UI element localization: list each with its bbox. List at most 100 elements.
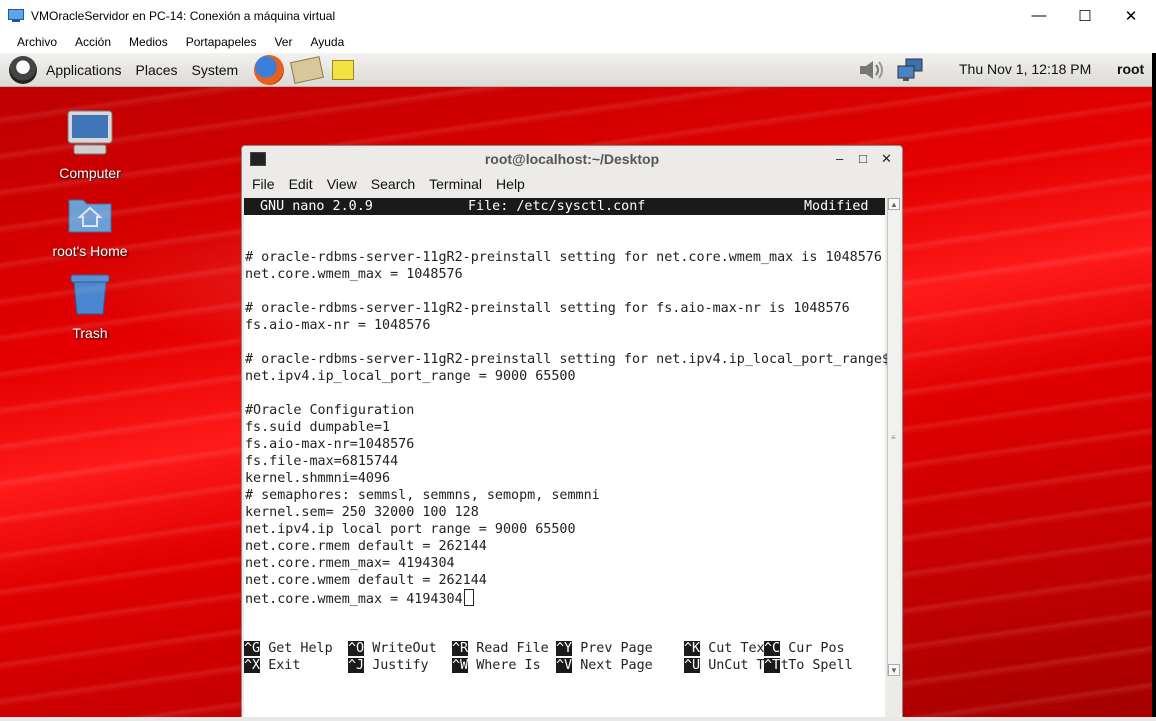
- nano-line-text: net.core.rmem_max= 4194304: [245, 556, 455, 571]
- network-icon[interactable]: [896, 57, 926, 83]
- firefox-launcher-icon[interactable]: [254, 54, 285, 85]
- scroll-down-arrow-icon[interactable]: ▼: [888, 664, 900, 676]
- desktop-icon-home[interactable]: root's Home: [40, 192, 140, 259]
- nano-text-line[interactable]: net.core.wmem_max = 1048576: [245, 266, 463, 283]
- host-menu-portapapeles[interactable]: Portapapeles: [186, 35, 257, 49]
- nano-shortcut-label: Get Help: [268, 641, 333, 656]
- nano-shortcut-key: ^X: [244, 658, 261, 673]
- nano-text-line[interactable]: # oracle-rdbms-server-11gR2-preinstall s…: [245, 351, 890, 368]
- scrollbar-grip-icon[interactable]: ≡: [891, 433, 897, 442]
- host-title-bar: VMOracleServidor en PC-14: Conexión a má…: [0, 0, 1156, 31]
- nano-shortcut[interactable]: ^Y Prev Page: [556, 640, 653, 657]
- nano-shortcut[interactable]: ^T To Spell: [764, 657, 853, 674]
- terminal-menu-bar: File Edit View Search Terminal Help: [242, 172, 902, 196]
- nano-shortcut-key: ^W: [452, 658, 469, 673]
- terminal-maximize-button[interactable]: □: [859, 151, 867, 166]
- nano-shortcut[interactable]: ^V Next Page: [556, 657, 653, 674]
- host-menu-ayuda[interactable]: Ayuda: [310, 35, 344, 49]
- nano-shortcut-key: ^V: [556, 658, 573, 673]
- nano-text-line[interactable]: fs.suid dumpable=1: [245, 419, 390, 436]
- nano-text-line[interactable]: kernel.shmmni=4096: [245, 470, 390, 487]
- nano-text-line[interactable]: # semaphores: semmsl, semmns, semopm, se…: [245, 487, 600, 504]
- nano-text-line[interactable]: net.ipv4.ip local port range = 9000 6550…: [245, 521, 576, 538]
- nano-shortcut-key: ^J: [348, 658, 365, 673]
- terminal-menu-edit[interactable]: Edit: [289, 176, 313, 192]
- terminal-scrollbar[interactable]: ▲ ≡ ▼: [887, 198, 900, 676]
- terminal-menu-view[interactable]: View: [327, 176, 357, 192]
- terminal-title: root@localhost:~/Desktop: [484, 151, 660, 167]
- host-menu-medios[interactable]: Medios: [129, 35, 168, 49]
- nano-text-line[interactable]: net.core.wmem_max = 4194304: [245, 589, 474, 607]
- nano-text-line[interactable]: fs.aio-max-nr = 1048576: [245, 317, 430, 334]
- desktop-icon-trash[interactable]: Trash: [40, 272, 140, 341]
- vm-connection-icon: [8, 8, 24, 23]
- nano-shortcut[interactable]: ^C Cur Pos: [764, 640, 845, 657]
- nano-line-text: fs.aio-max-nr=1048576: [245, 437, 415, 452]
- host-menu-ver[interactable]: Ver: [274, 35, 292, 49]
- nano-text-line[interactable]: net.core.rmem_max= 4194304: [245, 555, 455, 572]
- trash-icon: [70, 274, 110, 315]
- nano-line-text: fs.aio-max-nr = 1048576: [245, 318, 431, 333]
- desktop-icon-label: Trash: [72, 325, 108, 341]
- terminal-menu-help[interactable]: Help: [496, 176, 525, 192]
- nano-shortcut[interactable]: ^K Cut Text: [684, 640, 773, 657]
- host-menu-archivo[interactable]: Archivo: [17, 35, 57, 49]
- nano-shortcut[interactable]: ^X Exit: [244, 657, 300, 674]
- host-menu-bar: Archivo Acción Medios Portapapeles Ver A…: [0, 31, 1156, 53]
- nano-shortcut[interactable]: ^O WriteOut: [348, 640, 437, 657]
- terminal-menu-terminal[interactable]: Terminal: [429, 176, 482, 192]
- terminal-menu-file[interactable]: File: [252, 176, 275, 192]
- panel-user[interactable]: root: [1117, 61, 1144, 77]
- nano-text-line[interactable]: net.core.rmem default = 262144: [245, 538, 487, 555]
- terminal-minimize-button[interactable]: –: [836, 151, 843, 166]
- nano-editor-screen[interactable]: GNU nano 2.0.9 File: /etc/sysctl.conf Mo…: [244, 198, 890, 717]
- host-minimize-button[interactable]: —: [1016, 0, 1062, 31]
- nano-shortcut-label: WriteOut: [372, 641, 437, 656]
- nano-text-line[interactable]: kernel.sem= 250 32000 100 128: [245, 504, 479, 521]
- nano-shortcut[interactable]: ^W Where Is: [452, 657, 541, 674]
- nano-text-line[interactable]: # oracle-rdbms-server-11gR2-preinstall s…: [245, 300, 850, 317]
- panel-clock[interactable]: Thu Nov 1, 12:18 PM: [959, 61, 1091, 77]
- terminal-menu-search[interactable]: Search: [371, 176, 415, 192]
- host-menu-accion[interactable]: Acción: [75, 35, 111, 49]
- nano-shortcut[interactable]: ^J Justify: [348, 657, 429, 674]
- nano-line-text: net.core.rmem default = 262144: [245, 539, 487, 554]
- terminal-title-bar[interactable]: root@localhost:~/Desktop – □ ✕: [242, 146, 902, 172]
- nano-shortcut-label: Justify: [372, 658, 429, 673]
- host-close-button[interactable]: ✕: [1108, 0, 1154, 31]
- panel-menu-system[interactable]: System: [192, 62, 239, 78]
- nano-line-text: # oracle-rdbms-server-11gR2-preinstall s…: [245, 352, 890, 367]
- nano-line-text: net.core.wmem default = 262144: [245, 573, 487, 588]
- nano-header-bar: GNU nano 2.0.9 File: /etc/sysctl.conf Mo…: [244, 198, 885, 215]
- nano-shortcut[interactable]: ^R Read File: [452, 640, 549, 657]
- nano-text-line[interactable]: net.ipv4.ip_local_port_range = 9000 6550…: [245, 368, 576, 385]
- computer-icon: [67, 110, 113, 155]
- host-status-strip: [0, 717, 1156, 721]
- terminal-close-button[interactable]: ✕: [881, 151, 892, 167]
- oracle-linux-logo-icon[interactable]: [9, 55, 37, 84]
- desktop-icon-label: root's Home: [52, 243, 128, 259]
- volume-icon[interactable]: [856, 58, 886, 82]
- nano-text-line[interactable]: net.core.wmem default = 262144: [245, 572, 487, 589]
- panel-menu-applications[interactable]: Applications: [46, 62, 122, 78]
- panel-menu-places[interactable]: Places: [136, 62, 178, 78]
- nano-text-line[interactable]: fs.aio-max-nr=1048576: [245, 436, 414, 453]
- scroll-up-arrow-icon[interactable]: ▲: [888, 198, 900, 210]
- nano-text-line[interactable]: # oracle-rdbms-server-11gR2-preinstall s…: [245, 249, 882, 266]
- nano-shortcut-key: ^R: [452, 641, 469, 656]
- nano-line-text: kernel.shmmni=4096: [245, 471, 391, 486]
- home-folder-icon: [68, 199, 112, 233]
- host-maximize-button[interactable]: ☐: [1062, 0, 1108, 31]
- nano-line-text: fs.file-max=6815744: [245, 454, 399, 469]
- nano-shortcut[interactable]: ^G Get Help: [244, 640, 333, 657]
- notes-launcher-icon[interactable]: [332, 59, 355, 80]
- desktop-icon-computer[interactable]: Computer: [40, 110, 140, 181]
- mail-launcher-icon[interactable]: [290, 55, 325, 84]
- nano-filename: File: /etc/sysctl.conf: [468, 199, 646, 214]
- nano-shortcut-label: Read File: [476, 641, 549, 656]
- nano-text-line[interactable]: fs.file-max=6815744: [245, 453, 398, 470]
- nano-shortcut-label: Cur Pos: [788, 641, 845, 656]
- nano-text-line[interactable]: #Oracle Configuration: [245, 402, 414, 419]
- nano-line-text: net.core.wmem_max = 4194304: [245, 592, 463, 607]
- nano-line-text: fs.suid dumpable=1: [245, 420, 391, 435]
